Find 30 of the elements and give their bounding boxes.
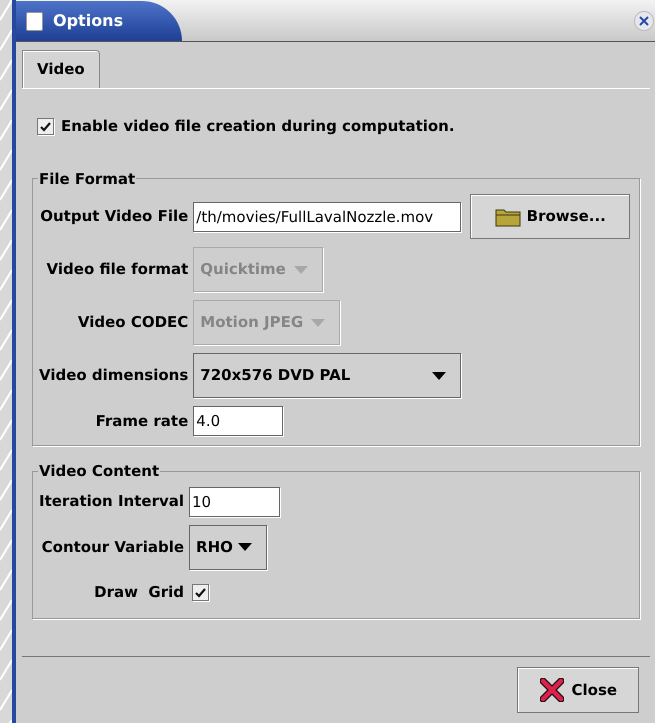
text-field[interactable]: 4.0 (193, 406, 284, 436)
field-label: Iteration Interval (39, 491, 184, 512)
option-label: Enable video file creation during computation. (61, 116, 455, 137)
window-icon (26, 12, 43, 30)
caret-icon (432, 372, 446, 380)
field-label: Video file format (46, 259, 188, 280)
group-title: File Format (38, 168, 136, 190)
dropdown[interactable]: 720x576 DVD PAL (193, 353, 462, 398)
caret-icon (311, 318, 326, 326)
caret-icon (238, 543, 252, 551)
checkbox[interactable] (37, 118, 54, 135)
close-icon (540, 678, 564, 702)
checkbox[interactable] (192, 584, 210, 601)
text-field[interactable]: 10 (189, 486, 280, 516)
field-label: Draw Grid (93, 582, 184, 604)
tab[interactable]: Video (22, 50, 100, 88)
window-title: Options (53, 10, 124, 32)
caret-icon (294, 266, 308, 274)
close-button[interactable]: Close (517, 667, 640, 713)
field-label: Video dimensions (39, 365, 188, 386)
group-title: Video Content (38, 461, 160, 482)
browse-button[interactable]: Browse... (470, 194, 630, 239)
field-label: Frame rate (94, 410, 188, 432)
text-field[interactable]: /th/movies/FullLavalNozzle.mov (193, 202, 462, 232)
folder-icon (494, 206, 521, 226)
field-label: Contour Variable (40, 536, 184, 558)
dropdown[interactable]: RHO (189, 524, 268, 570)
field-label: Output Video File (39, 206, 188, 228)
field-label: Video CODEC (76, 312, 188, 334)
close-icon[interactable] (634, 11, 654, 31)
